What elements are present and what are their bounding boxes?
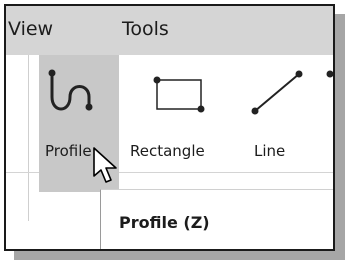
tooltip-text: Profile (Z) (119, 213, 210, 232)
line-button[interactable]: Line (238, 55, 308, 172)
menu-tools[interactable]: Tools (122, 16, 169, 42)
profile-label: Profile (45, 142, 92, 160)
menu-bar: View Tools (6, 6, 333, 55)
menu-view[interactable]: View (8, 16, 53, 42)
rectangle-button[interactable]: Rectangle (128, 55, 232, 172)
profile-icon (48, 69, 93, 111)
rectangle-label: Rectangle (130, 142, 205, 160)
screenshot-frame: View Tools Profile Rectangle Line Profil… (4, 4, 335, 251)
rectangle-icon (153, 76, 205, 113)
tooltip: Profile (Z) (100, 189, 333, 249)
line-label: Line (254, 142, 286, 160)
ribbon-separator (28, 55, 29, 221)
arrow-cursor-icon (93, 147, 117, 183)
partial-tool-icon (326, 70, 333, 78)
line-icon (251, 70, 303, 115)
